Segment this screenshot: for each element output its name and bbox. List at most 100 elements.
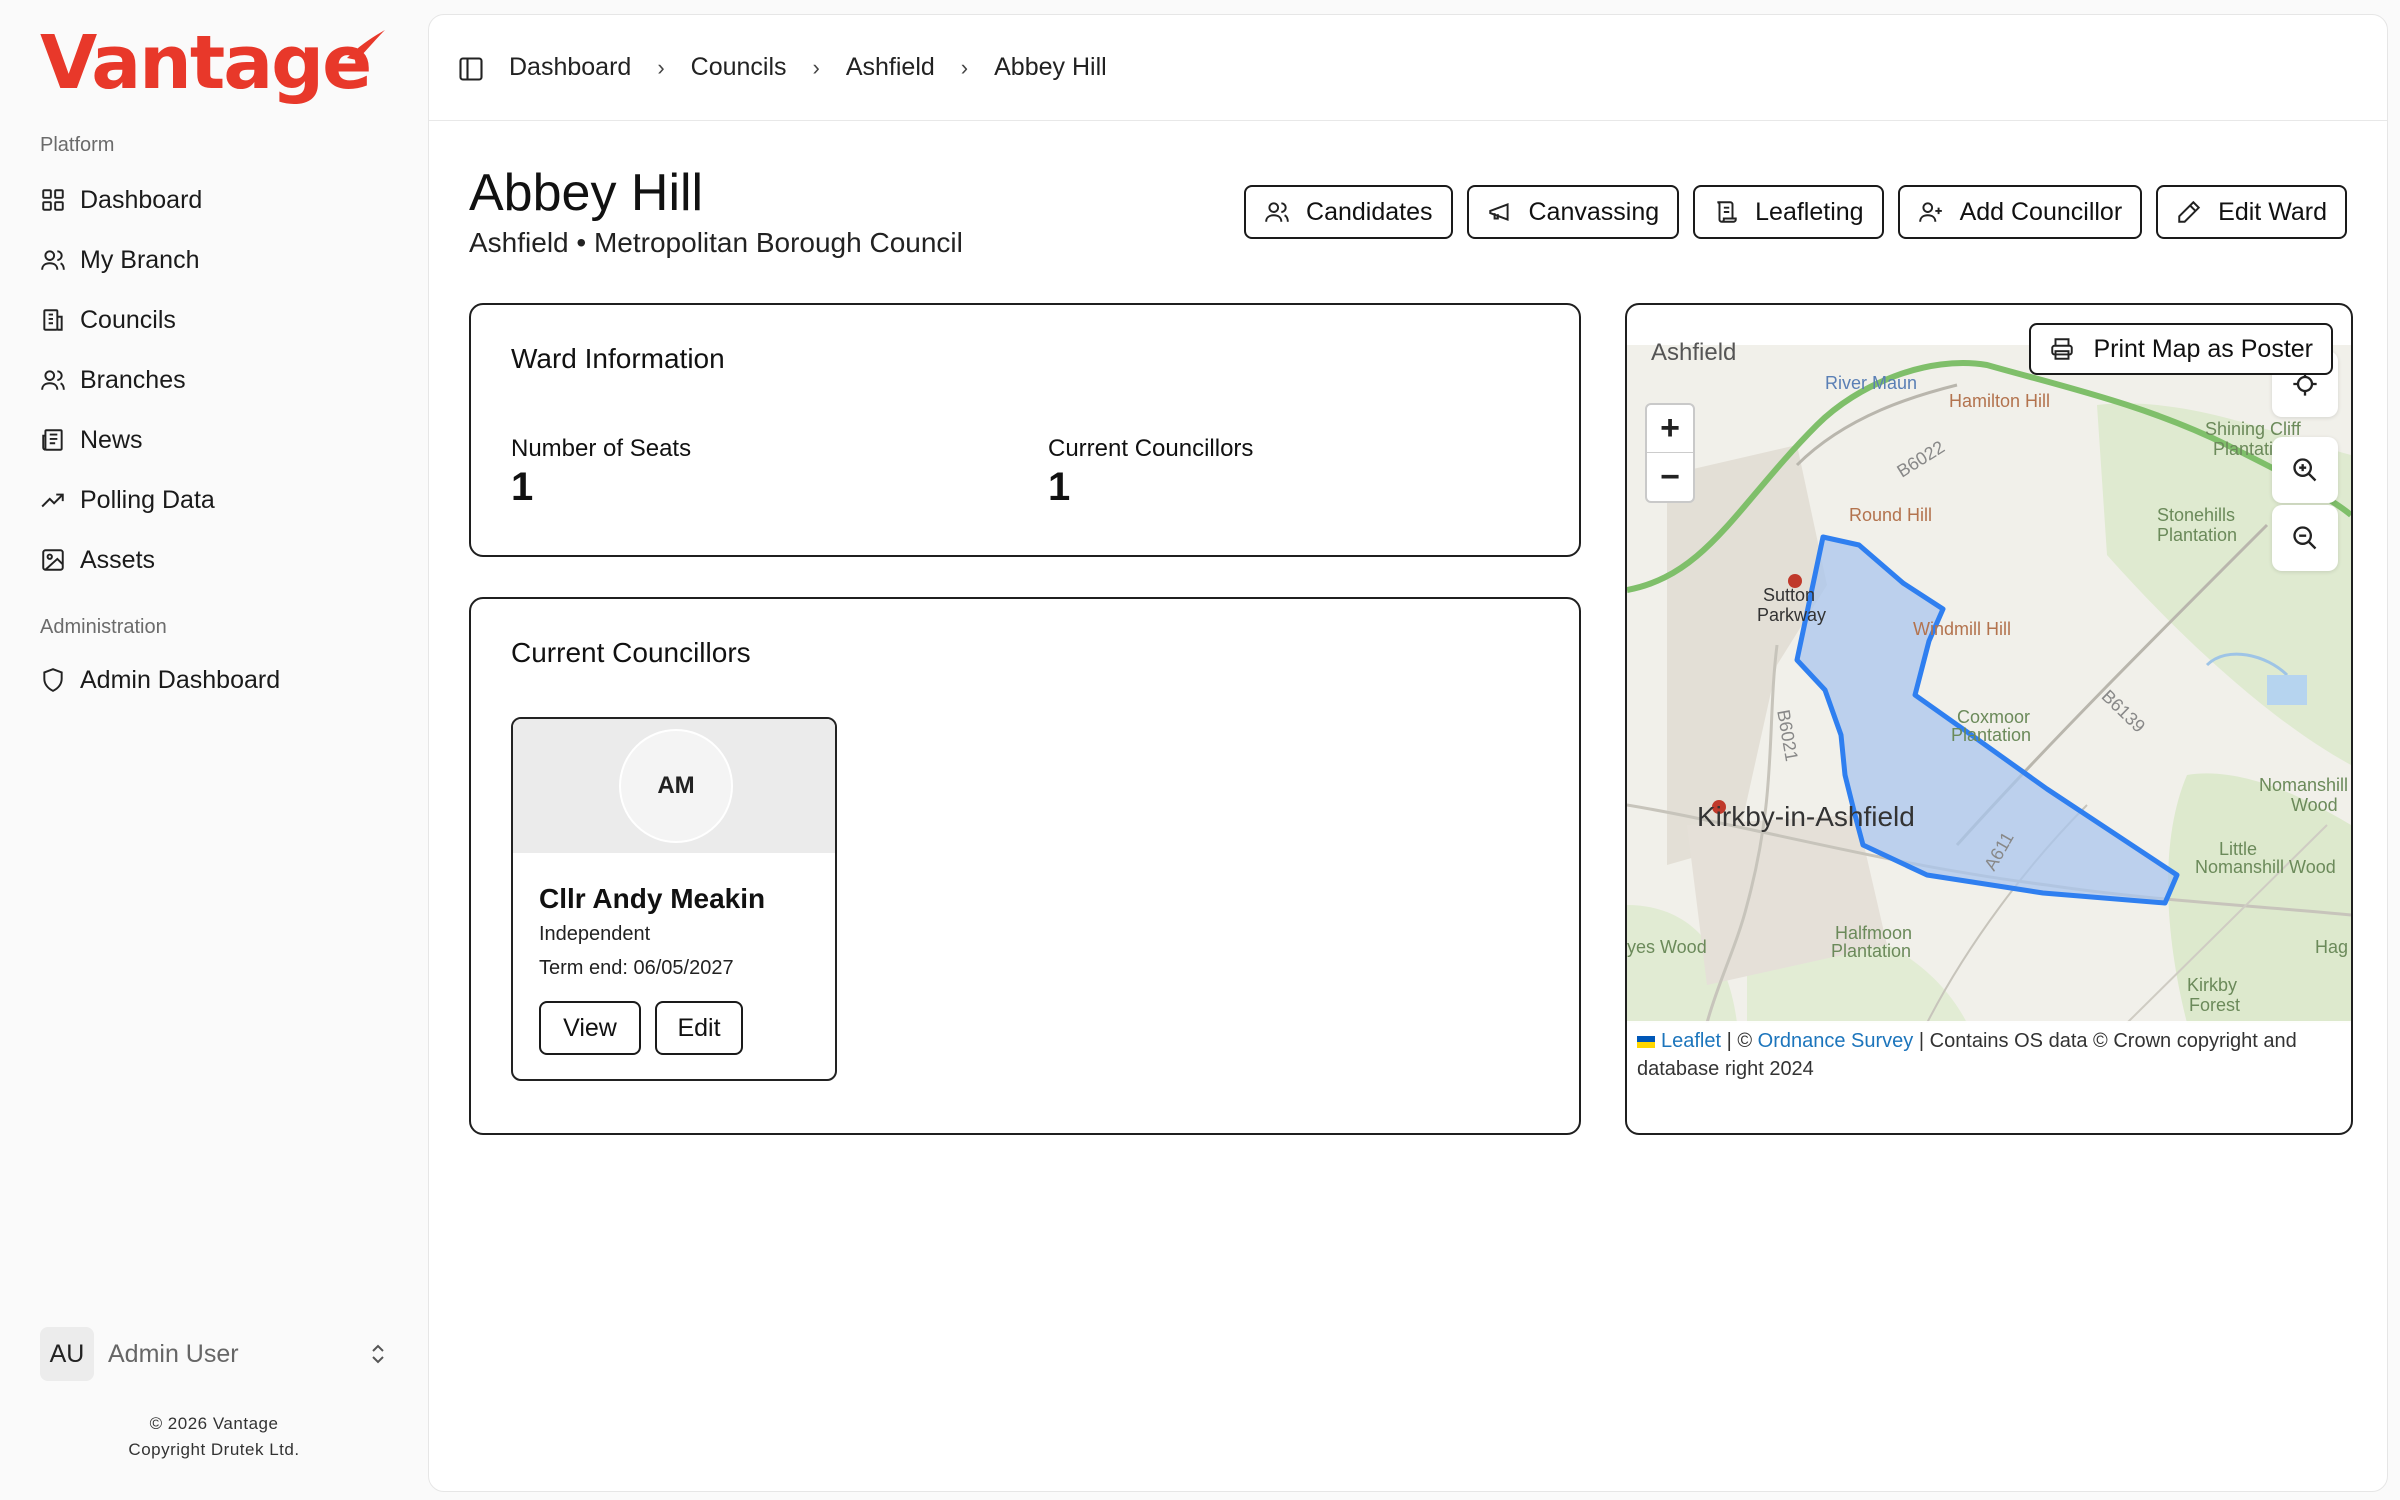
sidebar-item-label: Councils bbox=[80, 305, 176, 334]
vantage-logo[interactable]: Vantage bbox=[40, 20, 385, 110]
map-label: Nomanshill bbox=[2259, 775, 2349, 795]
sidebar-item-label: Admin Dashboard bbox=[80, 665, 281, 694]
councillors-count-value: 1 bbox=[1048, 465, 1071, 509]
candidates-button[interactable]: Candidates bbox=[1244, 185, 1453, 239]
view-councillor-button[interactable]: View bbox=[539, 1001, 641, 1055]
user-name: Admin User bbox=[108, 1339, 239, 1368]
main-content: Dashboard › Councils › Ashfield › Abbey … bbox=[428, 14, 2388, 1492]
ward-map[interactable]: Ashfield River Maun Hamilton Hill B6022 … bbox=[1627, 339, 2351, 1023]
button-label: Candidates bbox=[1306, 197, 1433, 226]
leaflet-link[interactable]: Leaflet bbox=[1661, 1030, 1721, 1052]
page-title: Abbey Hill bbox=[469, 164, 704, 222]
sidebar-item-my-branch[interactable]: My Branch bbox=[40, 238, 400, 282]
map-label: Plantation bbox=[1831, 941, 1912, 961]
map-attribution: Leaflet | © Ordnance Survey | Contains O… bbox=[1627, 1021, 2351, 1115]
button-label: Edit Ward bbox=[2218, 197, 2327, 226]
sidebar-item-admin-dashboard[interactable]: Admin Dashboard bbox=[40, 658, 400, 702]
map-label: Nomanshill Wood bbox=[2195, 857, 2336, 877]
sidebar-item-branches[interactable]: Branches bbox=[40, 358, 400, 402]
councillor-term: Term end: 06/05/2027 bbox=[539, 957, 734, 979]
breadcrumb-ashfield[interactable]: Ashfield bbox=[846, 53, 935, 82]
map-label: Kirkby bbox=[2187, 975, 2238, 995]
seats-value: 1 bbox=[511, 465, 534, 509]
current-councillors-card: Current Councillors AM Cllr Andy Meakin … bbox=[469, 597, 1581, 1135]
canvassing-button[interactable]: Canvassing bbox=[1466, 185, 1680, 239]
button-label: Leafleting bbox=[1755, 197, 1864, 226]
edit-councillor-button[interactable]: Edit bbox=[655, 1001, 743, 1055]
users-icon bbox=[41, 370, 65, 390]
sidebar-item-polling-data[interactable]: Polling Data bbox=[40, 478, 400, 522]
page-subtitle: Ashfield • Metropolitan Borough Council bbox=[469, 227, 963, 258]
map-label: Plantation bbox=[2157, 525, 2238, 545]
map-zoom-in-button[interactable]: + bbox=[1647, 405, 1693, 453]
building-icon bbox=[43, 309, 63, 331]
zoom-out-icon bbox=[2293, 526, 2317, 550]
sidebar-item-label: News bbox=[80, 425, 143, 454]
megaphone-icon bbox=[1488, 203, 1509, 221]
map-label: Ashfield bbox=[1651, 339, 1737, 366]
sidebar-item-label: Assets bbox=[80, 545, 156, 574]
users-icon bbox=[41, 250, 65, 270]
pencil-icon bbox=[2178, 200, 2201, 223]
ward-information-card: Ward Information Number of Seats 1 Curre… bbox=[469, 303, 1581, 557]
logo-text: Vantage bbox=[40, 20, 372, 106]
breadcrumb: Dashboard › Councils › Ashfield › Abbey … bbox=[509, 53, 1107, 82]
sidebar-item-assets[interactable]: Assets bbox=[40, 538, 400, 582]
scroll-icon bbox=[1717, 201, 1737, 223]
map-label: River Maun bbox=[1825, 373, 1918, 393]
map-label: Wood bbox=[2291, 795, 2338, 815]
ward-map-card: Ashfield River Maun Hamilton Hill B6022 … bbox=[1625, 303, 2353, 1135]
add-councillor-button[interactable]: Add Councillor bbox=[1897, 185, 2143, 239]
map-label: Parkway bbox=[1757, 605, 1827, 625]
chevron-right-icon: › bbox=[657, 54, 665, 80]
zoom-out-tool-button[interactable] bbox=[2272, 505, 2338, 571]
print-map-button[interactable]: Print Map as Poster bbox=[2029, 323, 2333, 375]
sidebar-toggle-icon[interactable] bbox=[457, 55, 485, 83]
grid-icon bbox=[42, 189, 64, 211]
button-label: Add Councillor bbox=[1959, 197, 2123, 226]
map-label: Forest bbox=[2189, 995, 2241, 1015]
sidebar-item-label: Branches bbox=[80, 365, 186, 394]
ward-actions: Candidates Canvassing Leafleting Add Cou… bbox=[1244, 185, 2347, 239]
zoom-in-tool-button[interactable] bbox=[2272, 437, 2338, 503]
map-label: Plantation bbox=[1951, 725, 2032, 745]
sidebar-item-news[interactable]: News bbox=[40, 418, 400, 462]
map-label: Hamilton Hill bbox=[1949, 391, 2051, 411]
footer-copyright: © 2026 Vantage bbox=[149, 1414, 279, 1433]
sidebar-item-councils[interactable]: Councils bbox=[40, 298, 400, 342]
councillor-name: Cllr Andy Meakin bbox=[539, 883, 766, 914]
map-label: Round Hill bbox=[1849, 505, 1933, 525]
nav-group-platform: Platform bbox=[40, 134, 115, 156]
button-label: Canvassing bbox=[1528, 197, 1660, 226]
sidebar-item-label: My Branch bbox=[80, 245, 200, 274]
councillor-card-header: AM bbox=[513, 719, 835, 853]
logo-swoosh-icon bbox=[347, 30, 385, 60]
nav-group-administration: Administration bbox=[40, 616, 167, 638]
avatar: AM bbox=[619, 729, 733, 843]
user-menu[interactable]: AU Admin User bbox=[40, 1326, 390, 1382]
breadcrumb-dashboard[interactable]: Dashboard bbox=[509, 53, 631, 82]
ordnance-survey-link[interactable]: Ordnance Survey bbox=[1758, 1030, 1914, 1052]
map-zoom-out-button[interactable]: − bbox=[1647, 453, 1693, 501]
breadcrumb-current: Abbey Hill bbox=[994, 53, 1107, 81]
chevrons-up-down-icon bbox=[372, 1344, 384, 1364]
user-plus-icon bbox=[1918, 202, 1942, 222]
sidebar-item-dashboard[interactable]: Dashboard bbox=[40, 178, 400, 222]
topbar: Dashboard › Councils › Ashfield › Abbey … bbox=[429, 15, 2387, 121]
councillor-party: Independent bbox=[539, 923, 651, 945]
shield-icon bbox=[43, 668, 63, 692]
avatar: AU bbox=[40, 1327, 94, 1381]
breadcrumb-councils[interactable]: Councils bbox=[691, 53, 787, 82]
printer-icon bbox=[2051, 338, 2074, 360]
seats-label: Number of Seats bbox=[511, 435, 692, 462]
councillor-card: AM Cllr Andy Meakin Independent Term end… bbox=[511, 717, 837, 1081]
leafleting-button[interactable]: Leafleting bbox=[1693, 185, 1884, 239]
attribution-sep: | © bbox=[1721, 1030, 1758, 1052]
map-label: Hag bbox=[2315, 937, 2349, 957]
edit-ward-button[interactable]: Edit Ward bbox=[2156, 185, 2347, 239]
image-icon bbox=[42, 549, 64, 571]
ukraine-flag-icon bbox=[1637, 1035, 1655, 1048]
map-label: Windmill Hill bbox=[1913, 619, 2011, 639]
button-label: Print Map as Poster bbox=[2093, 334, 2313, 363]
footer-company: Copyright Drutek Ltd. bbox=[128, 1440, 300, 1459]
